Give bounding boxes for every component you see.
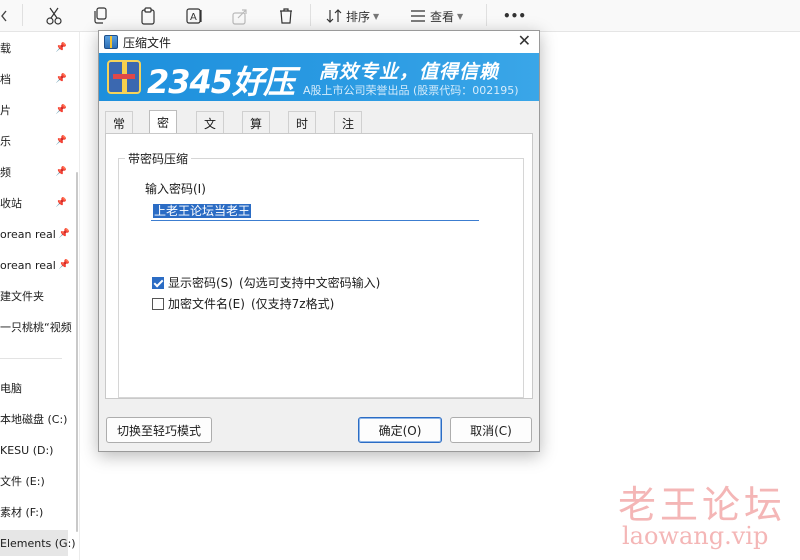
show-password-note: (勾选可支持中文密码输入): [238, 276, 381, 290]
haozip-logo-icon: [107, 60, 141, 94]
copy-icon[interactable]: [92, 6, 108, 26]
nav-item[interactable]: 文件 (E:): [0, 468, 79, 494]
pin-icon: 📌: [55, 198, 67, 208]
encrypt-filenames-note: (仅支持7z格式): [250, 297, 335, 311]
nav-item-label: 素材 (F:): [0, 506, 44, 519]
nav-item[interactable]: 载 📌: [0, 35, 79, 61]
banner-slogan: 高效专业，值得信赖: [319, 61, 500, 83]
cut-icon[interactable]: [46, 6, 62, 26]
sort-icon: [326, 9, 342, 23]
nav-item[interactable]: 本地磁盘 (C:): [0, 406, 79, 432]
nav-item-label: 本地磁盘 (C:): [0, 413, 68, 426]
delete-icon[interactable]: [278, 6, 294, 26]
dialog-titlebar[interactable]: 压缩文件 ✕: [99, 31, 539, 53]
pin-icon: 📌: [55, 167, 67, 177]
encrypt-filenames-checkbox[interactable]: 加密文件名(E) (仅支持7z格式): [152, 295, 334, 312]
dialog-title: 压缩文件: [123, 36, 172, 50]
tab-comment[interactable]: 注释: [334, 111, 363, 148]
chevron-down-icon: ▼: [457, 11, 464, 21]
nav-item[interactable]: KESU (D:): [0, 437, 79, 463]
checkbox-unchecked-icon[interactable]: [152, 297, 164, 310]
chevron-down-icon: ▼: [373, 11, 380, 21]
nav-item-label: 电脑: [0, 382, 22, 395]
watermark-url: laowang.vip: [622, 522, 769, 550]
nav-item[interactable]: 素材 (F:): [0, 499, 79, 525]
view-label: 查看: [430, 9, 455, 24]
tab-time[interactable]: 时间: [288, 111, 317, 148]
archive-icon: [104, 35, 118, 49]
view-icon: [411, 10, 425, 22]
show-password-checkbox[interactable]: 显示密码(S) (勾选可支持中文密码输入): [152, 274, 380, 291]
password-label: 输入密码(I): [145, 182, 206, 196]
nav-item-label: 文件 (E:): [0, 475, 45, 488]
nav-divider: [0, 358, 62, 359]
rename-icon[interactable]: A: [186, 6, 204, 26]
explorer-nav-pane: 载 📌 档 📌 片 📌 乐 📌 频 📌 收站 📌 orean real 📌 orean rea…: [0, 32, 80, 560]
tab-password[interactable]: 密码: [149, 110, 178, 147]
group-title: 带密码压缩: [125, 150, 192, 167]
nav-item[interactable]: 档 📌: [0, 66, 79, 92]
nav-item-label: 片: [0, 104, 11, 117]
banner-brand: 2345好压: [147, 63, 295, 101]
banner-subtitle: A股上市公司荣誉出品 (股票代码：002195): [303, 84, 519, 97]
nav-item[interactable]: 频 📌: [0, 159, 79, 185]
pin-icon: 📌: [55, 136, 67, 146]
brand-banner: 2345好压 高效专业，值得信赖 A股上市公司荣誉出品 (股票代码：002195…: [99, 53, 539, 101]
sort-label: 排序: [346, 9, 371, 24]
tab-general[interactable]: 常规: [105, 111, 134, 148]
nav-item[interactable]: 电脑: [0, 375, 79, 401]
nav-item-label: 载: [0, 42, 11, 55]
explorer-toolbar: A 排序 ▼ 查看 ▼ •••: [0, 0, 800, 32]
toolbar-divider: [310, 4, 311, 26]
nav-item-label: KESU (D:): [0, 443, 54, 457]
nav-item-label: orean real: [0, 227, 56, 241]
paste-icon[interactable]: [140, 6, 156, 26]
nav-item-label: orean real: [0, 258, 56, 272]
cancel-button[interactable]: 取消(C): [450, 417, 532, 443]
nav-item-label: 建文件夹: [0, 290, 44, 303]
nav-item[interactable]: 乐 📌: [0, 128, 79, 154]
nav-item[interactable]: orean real 📌: [0, 221, 79, 247]
nav-item[interactable]: 一只桃桃“视频: [0, 314, 79, 340]
nav-item-label: 收站: [0, 197, 22, 210]
view-button[interactable]: 查看 ▼: [410, 6, 463, 26]
watermark-title: 老王论坛: [618, 483, 787, 527]
close-button[interactable]: ✕: [518, 32, 531, 50]
nav-item[interactable]: 建文件夹: [0, 283, 79, 309]
nav-item[interactable]: 收站 📌: [0, 190, 79, 216]
pin-icon: 📌: [55, 105, 67, 115]
nav-item-label: 一只桃桃“视频: [0, 321, 72, 334]
ok-button[interactable]: 确定(O): [358, 417, 442, 443]
nav-item[interactable]: 片 📌: [0, 97, 79, 123]
password-tab-panel: 带密码压缩: [105, 133, 533, 399]
more-options-button[interactable]: •••: [503, 6, 526, 26]
pin-icon: 📌: [55, 74, 67, 84]
nav-item[interactable]: Elements (G:): [0, 530, 76, 556]
checkbox-checked-icon[interactable]: [152, 276, 164, 289]
pin-icon: 📌: [58, 229, 70, 239]
pin-icon: 📌: [55, 43, 67, 53]
nav-item-label: 档: [0, 73, 11, 86]
toolbar-divider: [22, 4, 23, 26]
chevron-left-icon[interactable]: [0, 6, 8, 26]
share-icon[interactable]: [232, 6, 248, 26]
toolbar-divider: [486, 4, 487, 26]
svg-text:A: A: [190, 12, 197, 23]
tab-files[interactable]: 文件: [196, 111, 225, 148]
nav-item-label: Elements (G:): [0, 536, 76, 550]
encrypt-filenames-label: 加密文件名(E): [168, 297, 245, 311]
show-password-label: 显示密码(S): [168, 276, 233, 290]
nav-scrollbar[interactable]: [76, 172, 78, 532]
switch-light-mode-button[interactable]: 切换至轻巧模式: [106, 417, 212, 443]
password-selected-text: 上老王论坛当老王: [153, 204, 252, 218]
pin-icon: 📌: [58, 260, 70, 270]
password-input[interactable]: 上老王论坛当老王: [151, 203, 479, 221]
sort-button[interactable]: 排序 ▼: [326, 6, 379, 26]
nav-item[interactable]: orean real 📌: [0, 252, 79, 278]
nav-item-label: 频: [0, 166, 11, 179]
compress-dialog: 压缩文件 ✕ 2345好压 高效专业，值得信赖 A股上市公司荣誉出品 (股票代码…: [98, 30, 540, 452]
tab-algorithm[interactable]: 算法: [242, 111, 271, 148]
nav-item-label: 乐: [0, 135, 11, 148]
